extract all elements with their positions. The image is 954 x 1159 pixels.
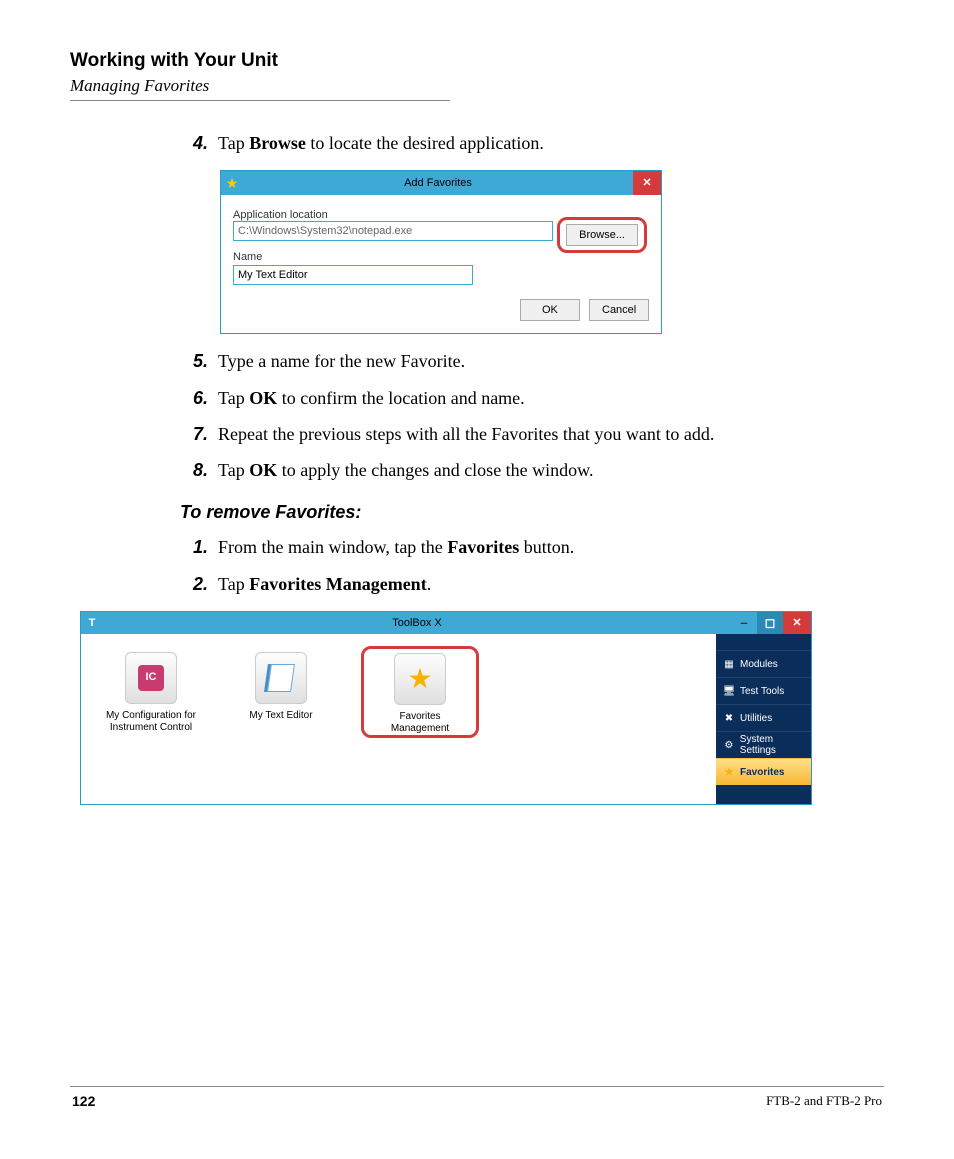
tile-favorites-management[interactable]: ★ Favorites Management	[370, 653, 470, 735]
modules-icon: ▦	[722, 659, 736, 670]
step-text: Tap Favorites Management.	[218, 572, 884, 596]
step-6: 6. Tap OK to confirm the location and na…	[180, 386, 884, 410]
toolbox-main-area: IC My Configuration for Instrument Contr…	[81, 634, 716, 804]
minimize-button[interactable]: –	[731, 612, 757, 634]
step-7: 7. Repeat the previous steps with all th…	[180, 422, 884, 446]
add-favorites-dialog: ★ Add Favorites ✕ Application location B…	[220, 170, 662, 334]
step-remove-2: 2. Tap Favorites Management.	[180, 572, 884, 596]
browse-button[interactable]: Browse...	[566, 224, 638, 246]
step-number: 5.	[180, 349, 218, 373]
step-4: 4. Tap Browse to locate the desired appl…	[180, 131, 884, 155]
browse-highlight: Browse...	[557, 217, 647, 253]
sidebar-item-modules[interactable]: ▦Modules	[716, 650, 811, 677]
name-input[interactable]	[233, 265, 473, 285]
notepad-icon	[255, 652, 307, 704]
sidebar-item-test-tools[interactable]: 🖥Test Tools	[716, 677, 811, 704]
toolbox-title: ToolBox X	[103, 617, 731, 629]
step-number: 7.	[180, 422, 218, 446]
page-number: 122	[72, 1093, 95, 1109]
step-text: Type a name for the new Favorite.	[218, 349, 884, 373]
star-icon: ★	[722, 767, 736, 778]
dialog-titlebar: ★ Add Favorites ✕	[221, 171, 661, 195]
page-footer: 122 FTB-2 and FTB-2 Pro	[70, 1086, 884, 1109]
remove-favorites-heading: To remove Favorites:	[180, 502, 884, 523]
product-name: FTB-2 and FTB-2 Pro	[766, 1093, 882, 1109]
favorites-management-highlight: ★ Favorites Management	[361, 646, 479, 738]
chapter-title: Working with Your Unit	[70, 50, 884, 72]
step-number: 6.	[180, 386, 218, 410]
step-text: Tap OK to apply the changes and close th…	[218, 458, 884, 482]
step-5: 5. Type a name for the new Favorite.	[180, 349, 884, 373]
cancel-button[interactable]: Cancel	[589, 299, 649, 321]
step-text: Tap Browse to locate the desired applica…	[218, 131, 884, 155]
step-text: From the main window, tap the Favorites …	[218, 535, 884, 559]
step-number: 4.	[180, 131, 218, 155]
step-remove-1: 1. From the main window, tap the Favorit…	[180, 535, 884, 559]
test-tools-icon: 🖥	[722, 686, 736, 697]
tile-my-text-editor[interactable]: My Text Editor	[231, 652, 331, 722]
close-button[interactable]: ✕	[783, 612, 811, 634]
toolbox-window: T ToolBox X – ◻ ✕ IC My Configuration fo…	[80, 611, 812, 805]
settings-icon: ⚙	[722, 740, 736, 751]
star-icon: ★	[221, 175, 243, 192]
utilities-icon: ✖	[722, 713, 736, 724]
sidebar-item-utilities[interactable]: ✖Utilities	[716, 704, 811, 731]
step-text: Tap OK to confirm the location and name.	[218, 386, 884, 410]
ok-button[interactable]: OK	[520, 299, 580, 321]
dialog-title: Add Favorites	[243, 177, 633, 189]
step-number: 8.	[180, 458, 218, 482]
tile-label: My Text Editor	[231, 710, 331, 722]
section-title: Managing Favorites	[70, 76, 884, 96]
star-icon: ★	[394, 653, 446, 705]
tile-my-configuration[interactable]: IC My Configuration for Instrument Contr…	[101, 652, 201, 734]
toolbox-sidebar: ▦Modules 🖥Test Tools ✖Utilities ⚙System …	[716, 634, 811, 804]
tile-label: My Configuration for Instrument Control	[101, 710, 201, 734]
sidebar-item-system-settings[interactable]: ⚙System Settings	[716, 731, 811, 758]
tile-label: Favorites Management	[370, 711, 470, 735]
config-icon: IC	[125, 652, 177, 704]
close-button[interactable]: ✕	[633, 171, 661, 195]
toolbox-titlebar: T ToolBox X – ◻ ✕	[81, 612, 811, 634]
sidebar-item-favorites[interactable]: ★Favorites	[716, 758, 811, 785]
step-8: 8. Tap OK to apply the changes and close…	[180, 458, 884, 482]
name-label: Name	[233, 251, 649, 263]
app-location-input[interactable]	[233, 221, 553, 241]
toolbox-logo-icon: T	[81, 617, 103, 629]
step-number: 2.	[180, 572, 218, 596]
footer-rule	[70, 1086, 884, 1087]
maximize-button[interactable]: ◻	[757, 612, 783, 634]
step-text: Repeat the previous steps with all the F…	[218, 422, 884, 446]
header-rule	[70, 100, 450, 101]
step-number: 1.	[180, 535, 218, 559]
